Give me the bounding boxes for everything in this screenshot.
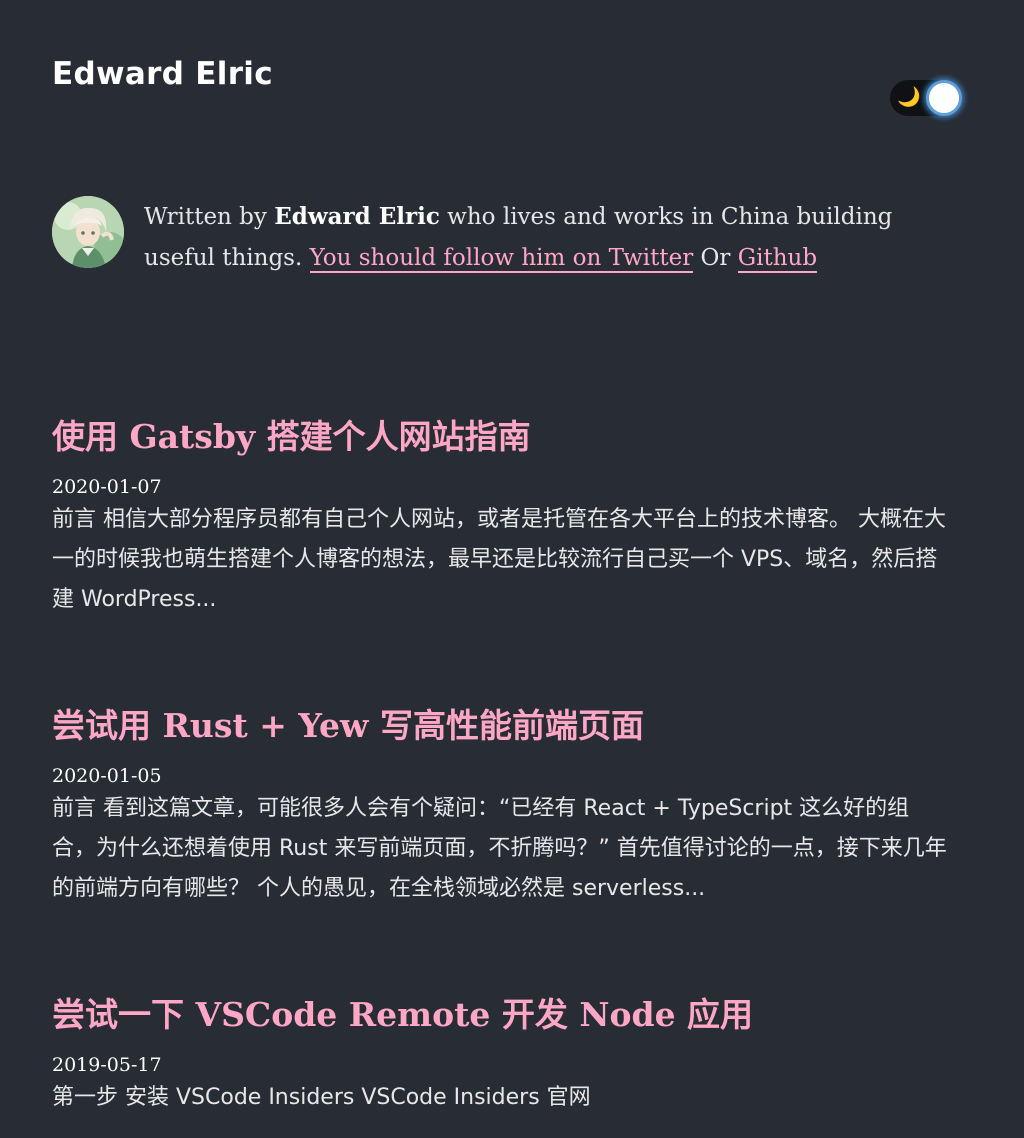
post-title-link[interactable]: 使用 Gatsby 搭建个人网站指南 — [52, 412, 952, 462]
post-item: 尝试用 Rust + Yew 写高性能前端页面 2020-01-05 前言 看到… — [52, 701, 952, 909]
avatar — [52, 196, 124, 268]
post-item: 尝试一下 VSCode Remote 开发 Node 应用 2019-05-17… — [52, 990, 952, 1118]
post-date: 2020-01-07 — [52, 476, 162, 498]
post-title-link[interactable]: 尝试用 Rust + Yew 写高性能前端页面 — [52, 701, 952, 751]
github-link[interactable]: Github — [737, 245, 818, 273]
twitter-link[interactable]: You should follow him on Twitter — [309, 245, 694, 273]
post-excerpt: 前言 相信大部分程序员都有自己个人网站，或者是托管在各大平台上的技术博客。 大概… — [52, 507, 946, 612]
site-title[interactable]: Edward Elric — [52, 56, 273, 92]
bio-author: Edward Elric — [274, 203, 440, 230]
post-item: 使用 Gatsby 搭建个人网站指南 2020-01-07 前言 相信大部分程序… — [52, 412, 952, 620]
moon-icon: 🌙 — [897, 86, 921, 108]
post-date: 2020-01-05 — [52, 765, 162, 787]
post-excerpt: 前言 看到这篇文章，可能很多人会有个疑问：“已经有 React + TypeSc… — [52, 796, 947, 901]
bio-or: Or — [693, 245, 738, 271]
site-header: Edward Elric 🌙 — [52, 0, 972, 150]
avatar-illustration — [52, 196, 124, 268]
post-excerpt: 第一步 安装 VSCode Insiders VSCode Insiders 官… — [52, 1085, 591, 1110]
post-date: 2019-05-17 — [52, 1054, 162, 1076]
theme-toggle[interactable]: 🌙 — [890, 80, 962, 116]
author-bio: Written by Edward Elric who lives and wo… — [52, 196, 952, 279]
bio-prefix: Written by — [144, 204, 275, 230]
post-title-link[interactable]: 尝试一下 VSCode Remote 开发 Node 应用 — [52, 990, 952, 1040]
toggle-knob — [926, 80, 962, 116]
page: Edward Elric 🌙 Written by Edward Elric w… — [0, 0, 1024, 1138]
bio-text: Written by Edward Elric who lives and wo… — [144, 196, 952, 279]
